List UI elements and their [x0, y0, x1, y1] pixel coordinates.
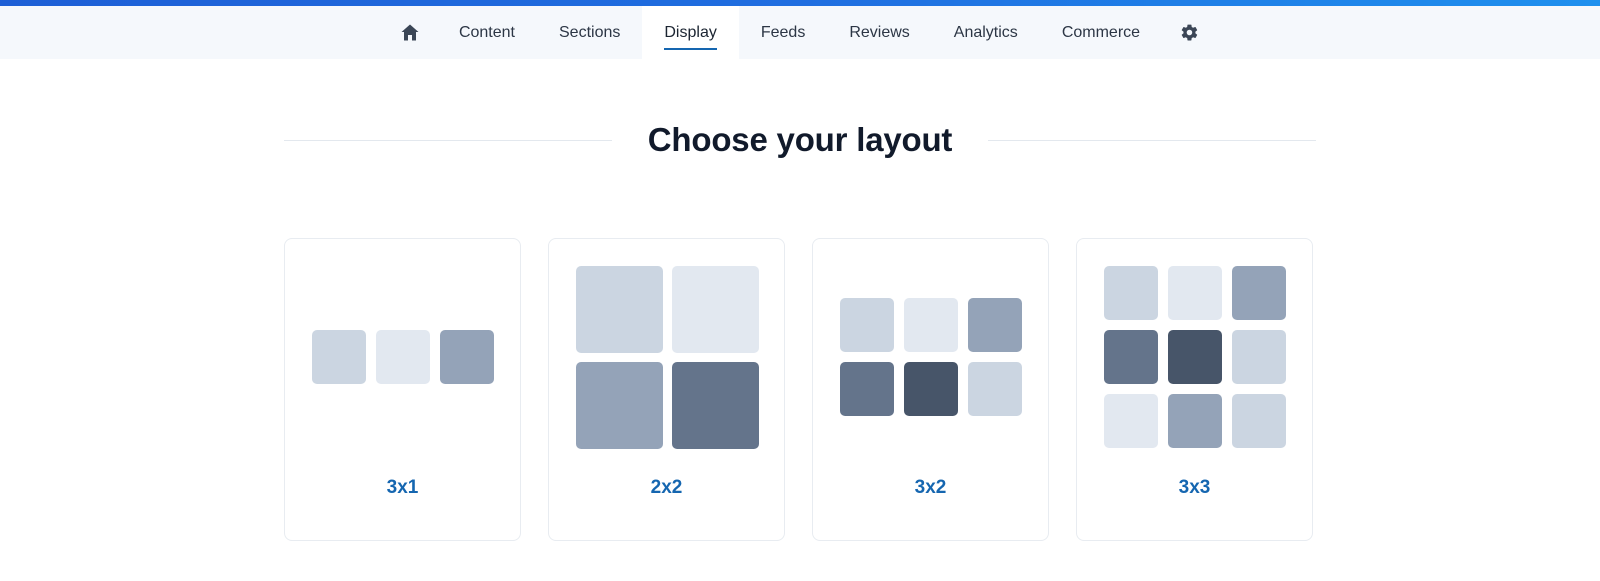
preview-tile — [1168, 266, 1222, 320]
preview-tile — [440, 330, 494, 384]
preview-tile — [840, 362, 894, 416]
main-nav: Content Sections Display Feeds Reviews A… — [0, 6, 1600, 59]
nav-feeds[interactable]: Feeds — [739, 6, 827, 59]
preview-tile — [1168, 330, 1222, 384]
nav-content-label: Content — [458, 23, 515, 41]
heading-rule-right — [988, 139, 1317, 141]
preview-tile — [576, 266, 663, 353]
preview-tile — [1104, 330, 1158, 384]
preview-tile — [576, 362, 663, 449]
layout-label: 2x2 — [650, 477, 683, 498]
nav-settings[interactable] — [1162, 6, 1217, 59]
preview-tile — [672, 362, 759, 449]
preview-tile — [904, 298, 958, 352]
nav-sections-label: Sections — [559, 23, 621, 41]
gear-icon — [1180, 23, 1199, 42]
nav-display-label: Display — [664, 23, 718, 50]
nav-reviews[interactable]: Reviews — [827, 6, 931, 59]
layout-card-2x2[interactable]: 2x2 — [548, 238, 785, 541]
preview-tile — [312, 330, 366, 384]
layout-label: 3x1 — [386, 477, 419, 498]
preview-tile — [1232, 266, 1286, 320]
preview-tile — [1232, 330, 1286, 384]
nav-sections[interactable]: Sections — [537, 6, 642, 59]
layout-label: 3x2 — [914, 477, 947, 498]
layout-card-3x1[interactable]: 3x1 — [284, 238, 521, 541]
nav-commerce[interactable]: Commerce — [1040, 6, 1162, 59]
preview-tile — [904, 362, 958, 416]
preview-tile — [376, 330, 430, 384]
nav-content[interactable]: Content — [437, 6, 537, 59]
layout-heading: Choose your layout — [284, 112, 1317, 168]
layout-card-3x3[interactable]: 3x3 — [1076, 238, 1313, 541]
layout-card-3x2[interactable]: 3x2 — [812, 238, 1049, 541]
home-icon — [401, 24, 419, 41]
heading-rule-left — [284, 139, 612, 141]
layout-options: 3x1 2x2 3x2 3x3 — [284, 238, 1313, 541]
preview-tile — [1168, 394, 1222, 448]
preview-tile — [672, 266, 759, 353]
nav-feeds-label: Feeds — [760, 23, 806, 41]
nav-analytics[interactable]: Analytics — [932, 6, 1040, 59]
nav-home[interactable] — [383, 6, 437, 59]
preview-tile — [1104, 266, 1158, 320]
preview-tile — [968, 298, 1022, 352]
nav-reviews-label: Reviews — [849, 23, 910, 41]
nav-display[interactable]: Display — [642, 6, 739, 59]
preview-tile — [1104, 394, 1158, 448]
nav-commerce-label: Commerce — [1061, 23, 1141, 41]
preview-tile — [840, 298, 894, 352]
preview-tile — [968, 362, 1022, 416]
page-title: Choose your layout — [647, 121, 953, 158]
preview-tile — [1232, 394, 1286, 448]
nav-analytics-label: Analytics — [953, 23, 1018, 41]
layout-label: 3x3 — [1178, 477, 1211, 498]
